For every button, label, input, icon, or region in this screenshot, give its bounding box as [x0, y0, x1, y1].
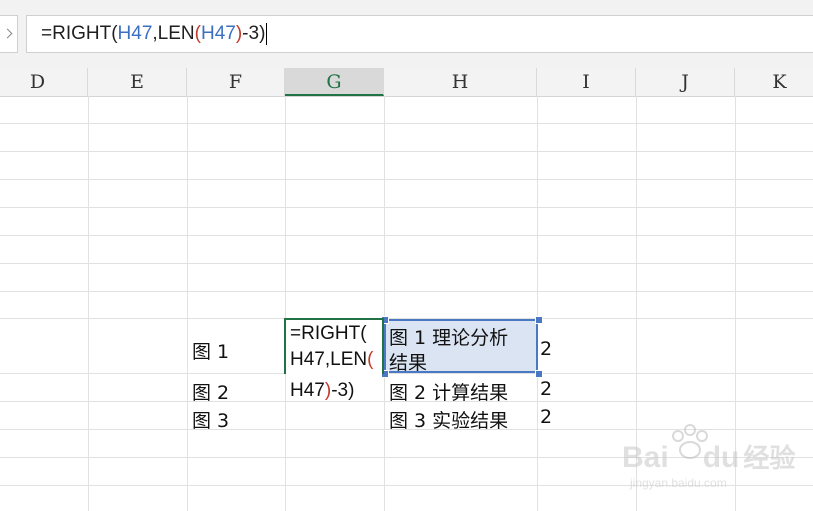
watermark-url: jingyan.baidu.com	[630, 476, 727, 490]
formula-equals: =	[41, 23, 53, 44]
cell-f-figure-2[interactable]: 图 2	[192, 378, 229, 405]
editing-cell-g[interactable]: =RIGHT( H47,LEN(	[284, 318, 384, 374]
cell-h-calc-result[interactable]: 图 2 计算结果	[389, 378, 508, 405]
edit-text-tail: -3)	[331, 380, 355, 401]
edit-text-paren: (	[367, 349, 374, 370]
formula-bar-area: =RIGHT(H47,LEN(H47)-3)	[0, 0, 813, 69]
row-line	[0, 263, 813, 264]
cell-f-figure-1[interactable]: 图 1	[192, 337, 229, 364]
chevron-left-icon	[2, 28, 13, 39]
formula-tail: -3)	[242, 23, 266, 44]
column-header-h[interactable]: H	[384, 68, 537, 96]
name-box[interactable]	[0, 15, 18, 53]
edit-line-3: H47)-3)	[290, 380, 354, 402]
column-header-d[interactable]: D	[0, 68, 88, 96]
baidu-watermark: Bai du 经验 jingyan.baidu.com	[600, 420, 800, 500]
edit-text-ref: H47	[290, 380, 325, 401]
formula-comma-len: ,LEN	[152, 23, 195, 44]
column-line	[187, 96, 188, 511]
cell-i-value-1[interactable]: 2	[540, 338, 552, 360]
resize-handle[interactable]	[535, 370, 543, 378]
column-header-i[interactable]: I	[537, 68, 636, 96]
column-line	[285, 96, 286, 511]
row-line	[0, 179, 813, 180]
selected-range-h47[interactable]: 图 1 理论分析 结果	[384, 319, 538, 374]
edit-text-ref-len: H47,LEN	[290, 349, 368, 370]
column-header-j[interactable]: J	[636, 68, 735, 96]
resize-handle[interactable]	[535, 316, 543, 324]
cell-i-value-2[interactable]: 2	[540, 378, 552, 400]
cell-h-line-1: 图 1 理论分析	[389, 327, 509, 349]
formula-input[interactable]: =RIGHT(H47,LEN(H47)-3)	[26, 15, 813, 53]
cell-f-figure-3[interactable]: 图 3	[192, 406, 229, 433]
text-caret	[266, 22, 268, 45]
cell-h-line-2: 结果	[389, 352, 428, 374]
formula-ref-1: H47	[117, 23, 153, 44]
row-line	[0, 207, 813, 208]
column-line	[88, 96, 89, 511]
row-line	[0, 291, 813, 292]
edit-line-2: H47,LEN(	[290, 349, 373, 371]
formula-function-right: RIGHT(	[52, 23, 118, 44]
row-line	[0, 151, 813, 152]
formula-ref-2: H47	[200, 23, 236, 44]
edit-line-1: =RIGHT(	[290, 323, 367, 345]
column-header-g[interactable]: G	[285, 68, 384, 96]
watermark-brand-a: Bai	[622, 441, 669, 474]
edit-text-right: =RIGHT(	[290, 323, 367, 344]
cell-h-experiment-result[interactable]: 图 3 实验结果	[389, 406, 508, 433]
watermark-brand-cn: 经验	[743, 443, 796, 473]
column-line	[384, 96, 385, 511]
column-header-f[interactable]: F	[187, 68, 285, 96]
cell-i-value-3[interactable]: 2	[540, 406, 552, 428]
row-line	[0, 123, 813, 124]
column-header-row: D E F G H I J K	[0, 68, 813, 97]
column-header-e[interactable]: E	[88, 68, 187, 96]
column-line	[537, 96, 538, 511]
row-line	[0, 235, 813, 236]
watermark-brand-b: du	[702, 441, 740, 474]
column-header-k[interactable]: K	[735, 68, 813, 96]
